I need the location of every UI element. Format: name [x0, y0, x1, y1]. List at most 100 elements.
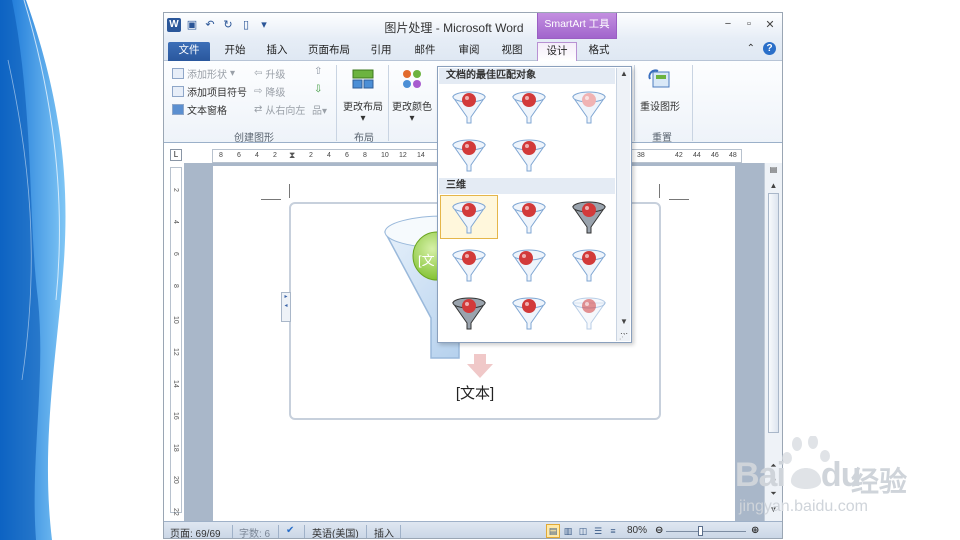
smartart-style-option[interactable] [500, 291, 558, 335]
reset-graphic-button[interactable]: 重设图形 [638, 65, 682, 113]
ruler-tick-label: 8 [363, 152, 367, 159]
ruler-tick-label: 6 [172, 252, 179, 256]
undo-icon[interactable]: ↶ [203, 18, 217, 32]
ruler-tick-label: 6 [237, 152, 241, 159]
redo-icon[interactable]: ↻ [221, 18, 235, 32]
change-layout-button[interactable]: 更改布局 ▾ [341, 65, 385, 124]
outline-view-button[interactable]: ☰ [591, 524, 605, 538]
gallery-scroll-up-icon[interactable]: ▲ [619, 69, 629, 79]
language-indicator[interactable]: 英语(美国) [312, 525, 359, 538]
ruler-tick-label: 8 [172, 284, 179, 288]
ribbon-help-area: ⌃ ? [747, 42, 776, 55]
web-layout-view-button[interactable]: ◫ [576, 524, 590, 538]
crop-mark [261, 199, 281, 200]
draft-view-button[interactable]: ≡ [606, 524, 620, 538]
scrollbar-thumb[interactable] [768, 193, 779, 433]
smartart-style-option[interactable] [560, 195, 618, 239]
ruler-tick-label: 6 [345, 152, 349, 159]
ruler-tick-label: 10 [172, 316, 179, 324]
ruler-tick-label: 10 [381, 152, 389, 159]
watermark-brand: Bai du [735, 456, 861, 495]
zoom-slider-track[interactable] [666, 531, 746, 532]
smartart-style-option[interactable] [560, 291, 618, 335]
tab-page-layout[interactable]: 页面布局 [304, 42, 354, 61]
full-screen-reading-view-button[interactable]: ▥ [561, 524, 575, 538]
tab-view[interactable]: 视图 [496, 42, 528, 61]
smartart-style-option[interactable] [440, 195, 498, 239]
ruler-tick-label: 44 [693, 152, 701, 159]
tab-design[interactable]: 设计 [537, 42, 577, 61]
proofing-check-icon[interactable]: ✔ [286, 525, 294, 536]
zoom-in-icon[interactable]: ⊕ [751, 525, 759, 536]
tab-stop-selector[interactable]: L [170, 149, 182, 161]
layout-org-button[interactable]: 品▾ [312, 102, 327, 117]
ruler-tick-label: 2 [172, 188, 179, 192]
move-up-button[interactable]: ⇧ [314, 66, 322, 77]
smartart-style-option[interactable] [500, 133, 558, 177]
save-icon[interactable]: ▣ [185, 18, 199, 32]
demote-button[interactable]: ⇨ 降级 [254, 84, 285, 99]
org-chart-icon: 品▾ [312, 106, 328, 117]
tab-references[interactable]: 引用 [365, 42, 397, 61]
smartart-style-option[interactable] [560, 85, 618, 129]
text-pane-label: 文本窗格 [187, 106, 227, 117]
tab-home[interactable]: 开始 [219, 42, 251, 61]
move-down-button[interactable]: ⇩ [314, 84, 322, 95]
vertical-ruler[interactable]: 2 4 6 8 10 12 14 16 18 20 22 [170, 167, 182, 516]
zoom-slider-thumb[interactable] [697, 526, 703, 536]
tab-file[interactable]: 文件 [168, 42, 210, 61]
change-colors-button[interactable]: 更改颜色 ▾ [390, 65, 434, 124]
smartart-style-option[interactable] [440, 133, 498, 177]
tab-mailings[interactable]: 邮件 [409, 42, 441, 61]
smartart-style-option[interactable] [500, 85, 558, 129]
colors-icon [403, 70, 421, 88]
zoom-out-icon[interactable]: ⊖ [655, 525, 663, 536]
funnel-style-icon [512, 201, 546, 234]
tab-format[interactable]: 格式 [581, 42, 617, 61]
chevron-down-icon: ▾ [230, 68, 236, 79]
zoom-level[interactable]: 80% [627, 525, 647, 536]
smartart-style-option[interactable] [500, 195, 558, 239]
indent-marker-icon[interactable]: ⧗ [289, 150, 295, 161]
close-icon[interactable]: ✕ [764, 18, 776, 31]
scroll-up-icon[interactable]: ▲ [768, 181, 779, 192]
gallery-scrollbar[interactable]: ▲ ▼ ⋯ [616, 68, 630, 341]
text-pane-toggle[interactable]: ▸ ◂ [281, 292, 291, 322]
print-layout-view-button[interactable]: ▤ [546, 524, 560, 538]
tab-insert[interactable]: 插入 [261, 42, 293, 61]
page-count[interactable]: 页面: 69/69 [170, 525, 221, 538]
reset-graphic-label: 重设图形 [640, 102, 680, 113]
smartart-style-option[interactable] [560, 243, 618, 287]
ruler-tick-label: 42 [675, 152, 683, 159]
resize-grip-icon[interactable]: ⋰ [619, 333, 629, 341]
ruler-tick-label: 16 [172, 412, 179, 420]
move-down-icon: ⇩ [314, 84, 323, 95]
new-document-icon[interactable]: ▯ [239, 18, 253, 32]
restore-icon[interactable]: ▫ [743, 18, 755, 31]
customize-qat-icon[interactable]: ▾ [257, 18, 271, 32]
insert-mode-indicator[interactable]: 插入 [374, 525, 394, 538]
smartart-style-option[interactable] [500, 243, 558, 287]
tab-review[interactable]: 审阅 [453, 42, 485, 61]
status-separator [232, 525, 233, 538]
gallery-scroll-down-icon[interactable]: ▼ [619, 317, 629, 327]
help-icon[interactable]: ? [763, 42, 776, 55]
smartart-text[interactable]: [文本] [291, 382, 659, 403]
add-bullet-button[interactable]: 添加项目符号 [172, 84, 247, 99]
smartart-style-option[interactable] [440, 85, 498, 129]
promote-arrow-icon: ⇦ [254, 68, 263, 79]
smartart-style-option[interactable] [440, 291, 498, 335]
minimize-ribbon-icon[interactable]: ⌃ [747, 43, 755, 54]
word-count[interactable]: 字数: 6 [239, 525, 270, 538]
word-app-icon[interactable]: W [167, 18, 181, 32]
minimize-icon[interactable]: − [722, 18, 734, 31]
promote-button[interactable]: ⇦ 升级 [254, 66, 285, 81]
text-pane-button[interactable]: 文本窗格 [172, 102, 227, 117]
ruler-tick-label: 2 [273, 152, 277, 159]
ruler-toggle-icon[interactable]: ▤ [768, 165, 779, 176]
smartart-style-option[interactable] [440, 243, 498, 287]
smartart-tools-label: SmartArt 工具 [537, 13, 617, 39]
right-to-left-button[interactable]: ⇄ 从右向左 [254, 102, 305, 117]
ruler-tick-label: 18 [172, 444, 179, 452]
add-shape-button[interactable]: 添加形状 ▾ [172, 66, 235, 81]
